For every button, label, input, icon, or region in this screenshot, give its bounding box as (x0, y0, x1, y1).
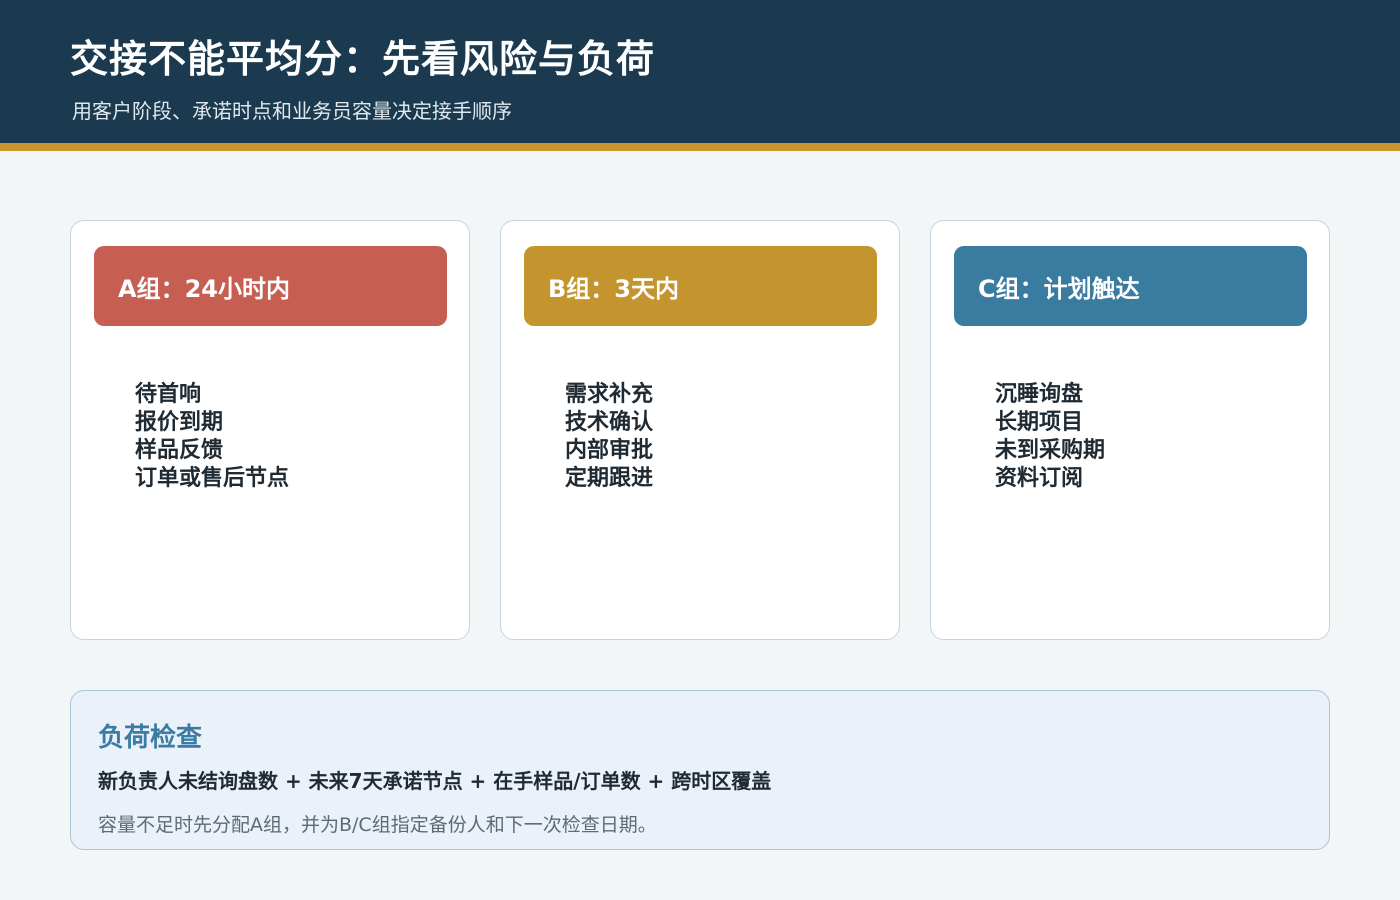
header-accent-stripe (0, 143, 1400, 151)
group-b-item: 内部审批 (565, 438, 654, 463)
group-c-item: 沉睡询盘 (995, 382, 1084, 407)
page-title: 交接不能平均分：先看风险与负荷 (70, 37, 656, 81)
group-b-card: B组：3天内 需求补充 技术确认 内部审批 定期跟进 (500, 220, 900, 640)
group-a-items: 待首响 报价到期 样品反馈 订单或售后节点 (135, 381, 289, 493)
group-a-item: 报价到期 (135, 410, 224, 435)
group-b-item: 技术确认 (565, 410, 654, 435)
group-c-item: 长期项目 (995, 410, 1084, 435)
group-c-header: C组：计划触达 (954, 246, 1307, 326)
load-check-note: 容量不足时先分配A组，并为B/C组指定备份人和下一次检查日期。 (98, 814, 657, 836)
group-c-item: 资料订阅 (995, 466, 1084, 491)
load-check-panel: 负荷检查 新负责人未结询盘数 + 未来7天承诺节点 + 在手样品/订单数 + 跨… (70, 690, 1330, 850)
group-b-item: 需求补充 (565, 382, 654, 407)
group-b-header: B组：3天内 (524, 246, 877, 326)
group-b-items: 需求补充 技术确认 内部审批 定期跟进 (565, 381, 653, 493)
load-check-title: 负荷检查 (98, 723, 203, 753)
group-a-item: 订单或售后节点 (135, 466, 290, 491)
group-a-header: A组：24小时内 (94, 246, 447, 326)
group-a-card: A组：24小时内 待首响 报价到期 样品反馈 订单或售后节点 (70, 220, 470, 640)
group-c-items: 沉睡询盘 长期项目 未到采购期 资料订阅 (995, 381, 1105, 493)
load-check-formula: 新负责人未结询盘数 + 未来7天承诺节点 + 在手样品/订单数 + 跨时区覆盖 (98, 769, 772, 793)
group-c-item: 未到采购期 (995, 438, 1106, 463)
group-b-item: 定期跟进 (565, 466, 654, 491)
group-a-item: 待首响 (135, 382, 202, 407)
group-a-item: 样品反馈 (135, 438, 224, 463)
header-banner: 交接不能平均分：先看风险与负荷 用客户阶段、承诺时点和业务员容量决定接手顺序 (0, 0, 1400, 143)
page-subtitle: 用客户阶段、承诺时点和业务员容量决定接手顺序 (72, 99, 512, 123)
group-c-card: C组：计划触达 沉睡询盘 长期项目 未到采购期 资料订阅 (930, 220, 1330, 640)
